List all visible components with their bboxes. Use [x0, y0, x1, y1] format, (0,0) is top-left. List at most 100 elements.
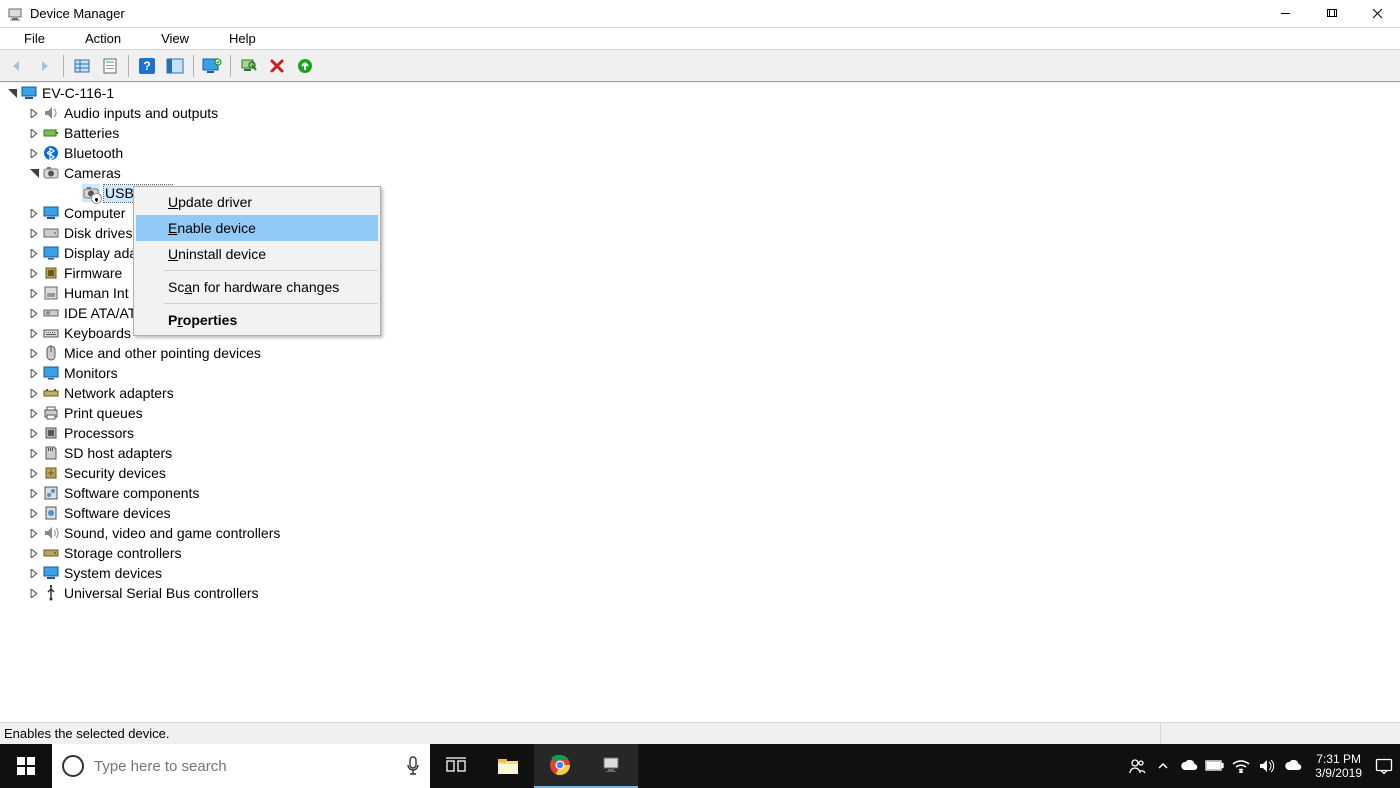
tree-item-label: Human Int: [64, 285, 129, 301]
toolbar-uninstall[interactable]: [264, 53, 290, 79]
expand-toggle[interactable]: [28, 347, 40, 359]
close-button[interactable]: [1354, 0, 1400, 28]
tree-item-network[interactable]: Network adapters: [0, 383, 1400, 403]
ctx-uninstall-device[interactable]: Uninstall device: [136, 241, 378, 267]
tree-item-label: Network adapters: [64, 385, 174, 401]
menu-help[interactable]: Help: [209, 29, 276, 48]
start-button[interactable]: [0, 744, 52, 788]
tree-item-label: Universal Serial Bus controllers: [64, 585, 259, 601]
expand-toggle[interactable]: [28, 327, 40, 339]
toolbar-scan-hardware[interactable]: [236, 53, 262, 79]
tree-item-storage[interactable]: Storage controllers: [0, 543, 1400, 563]
tray-wifi[interactable]: [1229, 746, 1253, 786]
taskbar-search[interactable]: [52, 744, 430, 788]
tree-item-label: Bluetooth: [64, 145, 123, 161]
tree-item-sound[interactable]: Sound, video and game controllers: [0, 523, 1400, 543]
tray-people[interactable]: [1125, 746, 1149, 786]
monitor-icon: [42, 364, 60, 382]
expand-toggle[interactable]: [28, 367, 40, 379]
toolbar-nav-forward: [32, 53, 58, 79]
status-cell-2: [1160, 723, 1400, 744]
menu-action[interactable]: Action: [65, 29, 141, 48]
expand-toggle[interactable]: [28, 247, 40, 259]
maximize-button[interactable]: [1308, 0, 1354, 28]
expand-toggle[interactable]: [28, 487, 40, 499]
tray-cloud2[interactable]: [1281, 746, 1305, 786]
ctx-update-driver[interactable]: Update driver: [136, 189, 378, 215]
tree-root[interactable]: EV-C-116-1Audio inputs and outputsBatter…: [0, 83, 1400, 603]
expand-toggle[interactable]: [28, 307, 40, 319]
device-tree[interactable]: EV-C-116-1Audio inputs and outputsBatter…: [0, 82, 1400, 722]
action-center-button[interactable]: [1372, 746, 1396, 786]
expand-toggle[interactable]: [28, 567, 40, 579]
tree-item-bluetooth[interactable]: Bluetooth: [0, 143, 1400, 163]
taskbar-app-task-view[interactable]: [430, 744, 482, 788]
tree-item-monitor[interactable]: Monitors: [0, 363, 1400, 383]
toolbar: ?: [0, 50, 1400, 82]
minimize-button[interactable]: [1262, 0, 1308, 28]
tree-item-label: Audio inputs and outputs: [64, 105, 218, 121]
tree-item-security[interactable]: Security devices: [0, 463, 1400, 483]
expand-toggle[interactable]: [28, 127, 40, 139]
expand-toggle[interactable]: [28, 167, 40, 179]
tray-overflow[interactable]: [1151, 746, 1175, 786]
tree-item-label: Computer: [64, 205, 125, 221]
tree-item-battery[interactable]: Batteries: [0, 123, 1400, 143]
tree-item-cpu[interactable]: Processors: [0, 423, 1400, 443]
tree-item-system[interactable]: System devices: [0, 563, 1400, 583]
context-menu-separator: [164, 303, 378, 304]
tree-item-label: Software devices: [64, 505, 171, 521]
toolbar-action-center[interactable]: [162, 53, 188, 79]
tray-battery[interactable]: [1203, 746, 1227, 786]
tree-item-swcomp[interactable]: Software components: [0, 483, 1400, 503]
toolbar-enable[interactable]: [292, 53, 318, 79]
expand-toggle[interactable]: [28, 387, 40, 399]
toolbar-properties[interactable]: [97, 53, 123, 79]
tree-item-swdev[interactable]: Software devices: [0, 503, 1400, 523]
tree-item-sd[interactable]: SD host adapters: [0, 443, 1400, 463]
menu-view[interactable]: View: [141, 29, 209, 48]
menu-file[interactable]: File: [4, 29, 65, 48]
titlebar: Device Manager: [0, 0, 1400, 28]
tree-item-usb[interactable]: Universal Serial Bus controllers: [0, 583, 1400, 603]
tree-item-printer[interactable]: Print queues: [0, 403, 1400, 423]
expand-toggle[interactable]: [28, 547, 40, 559]
expand-toggle[interactable]: [28, 507, 40, 519]
context-menu-separator: [164, 270, 378, 271]
ide-icon: [42, 304, 60, 322]
expand-toggle[interactable]: [28, 287, 40, 299]
taskbar-app-file-explorer[interactable]: [482, 744, 534, 788]
toolbar-help[interactable]: ?: [134, 53, 160, 79]
expand-toggle[interactable]: [28, 467, 40, 479]
ctx-scan-for-hardware-changes[interactable]: Scan for hardware changes: [136, 274, 378, 300]
taskbar-clock[interactable]: 7:31 PM 3/9/2019: [1307, 752, 1370, 780]
expand-toggle[interactable]: [28, 207, 40, 219]
chip-icon: [42, 264, 60, 282]
toolbar-update-driver[interactable]: [199, 53, 225, 79]
taskbar: 7:31 PM 3/9/2019: [0, 744, 1400, 788]
expand-toggle[interactable]: [6, 87, 18, 99]
expand-toggle[interactable]: [28, 407, 40, 419]
context-menu[interactable]: Update driverEnable deviceUninstall devi…: [133, 186, 381, 336]
expand-toggle[interactable]: [28, 447, 40, 459]
ctx-properties[interactable]: Properties: [136, 307, 378, 333]
tray-volume[interactable]: [1255, 746, 1279, 786]
expand-toggle[interactable]: [28, 427, 40, 439]
tray-onedrive[interactable]: [1177, 746, 1201, 786]
expand-toggle[interactable]: [28, 587, 40, 599]
mic-icon[interactable]: [406, 756, 420, 776]
printer-icon: [42, 404, 60, 422]
expand-toggle[interactable]: [28, 107, 40, 119]
expand-toggle[interactable]: [28, 227, 40, 239]
ctx-enable-device[interactable]: Enable device: [136, 215, 378, 241]
taskbar-app-chrome[interactable]: [534, 744, 586, 788]
display-icon: [42, 244, 60, 262]
taskbar-app-device-manager[interactable]: [586, 744, 638, 788]
search-input[interactable]: [94, 758, 406, 775]
tree-item-audio[interactable]: Audio inputs and outputs: [0, 103, 1400, 123]
tree-item-mouse[interactable]: Mice and other pointing devices: [0, 343, 1400, 363]
expand-toggle[interactable]: [28, 527, 40, 539]
expand-toggle[interactable]: [28, 267, 40, 279]
toolbar-show-hidden[interactable]: [69, 53, 95, 79]
expand-toggle[interactable]: [28, 147, 40, 159]
